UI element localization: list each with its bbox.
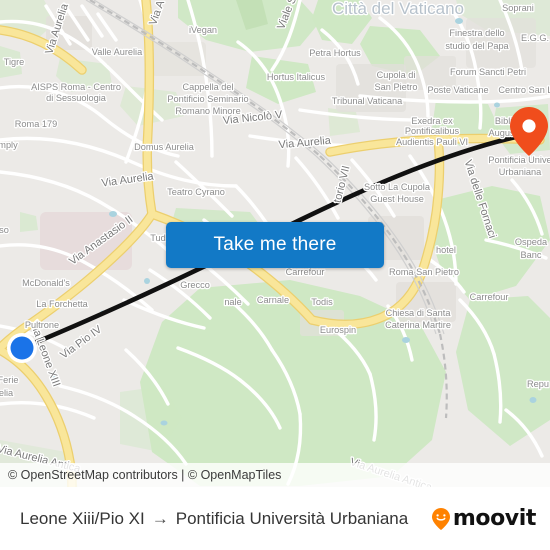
poi-label: Finestra dello [449,28,504,38]
place-label: Città del Vaticano [332,0,464,18]
poi-label: Sotto La Cupola [364,182,431,192]
poi-label: AISPS Roma - Centro [31,82,121,92]
moovit-pin-icon [431,507,450,530]
poi-label: Soprani [502,3,534,13]
poi-label: Repu [527,379,549,389]
origin-marker[interactable] [7,333,37,363]
trip-origin-label: Leone Xiii/Pio XI [20,508,145,528]
poi-label: Centro San Lo [498,85,550,95]
poi-label: Urbaniana [499,167,542,177]
poi-label: hotel [436,245,456,255]
trip-title: Leone Xiii/Pio XI → Pontificia Universit… [20,509,431,529]
poi-label: Hortus Italicus [267,72,326,82]
poi-label: Poste Vaticane [427,85,488,95]
poi-label: Todis [311,297,333,307]
poi-label: La Forchetta [36,299,88,309]
poi-label: di Sessuologia [46,93,107,103]
poi-label: Guest House [370,194,424,204]
poi-label: Banc [521,250,542,260]
poi-label: iVegan [189,25,217,35]
poi-label: Forum Sancti Petri [450,67,526,77]
poi-label: Teatro Cyrano [167,187,225,197]
poi-label: Audientis Pauli VI [396,137,468,147]
poi-label: Cappella del [182,82,233,92]
poi-label: Cupola di [377,70,416,80]
poi-label: Carrefour [470,292,509,302]
poi-label: elia [0,388,14,398]
poi-label: Roma San Pietro [389,267,459,277]
map-place-labels: Città del Vaticano [331,0,466,19]
poi-label: Pultrone [25,320,59,330]
poi-label: Pontificalibus [405,126,460,136]
trip-destination-label: Pontificia Università Urbaniana [175,508,409,528]
poi-label: Pontificia Unive [488,155,550,165]
take-me-there-button[interactable]: Take me there [166,222,384,268]
poi-label: Tud [150,233,166,243]
poi-label: Valle Aurelia [92,47,143,57]
arrow-right-icon: → [151,508,169,528]
poi-label: Tigre [4,57,25,67]
poi-label: Petra Hortus [309,48,361,58]
poi-label: Grecco [180,280,210,290]
footer-bar: Leone Xiii/Pio XI → Pontificia Universit… [0,487,550,550]
poi-label: studio del Papa [445,41,509,51]
moovit-logo[interactable]: moovit [431,506,536,531]
poi-label: Chiesa di Santa [386,308,452,318]
poi-label: Carnale [257,295,289,305]
map-canvas[interactable]: Città del Vaticano Via Aurelia Via Aurel… [0,0,550,487]
poi-label: Carrefour [286,267,325,277]
poi-label: Ferie [0,375,18,385]
poi-label: so [0,225,9,235]
moovit-map-screen: Città del Vaticano Via Aurelia Via Aurel… [0,0,550,550]
poi-label: Roma 179 [15,119,57,129]
poi-label: McDonald's [22,278,70,288]
moovit-wordmark: moovit [452,506,537,531]
poi-label: San Pietro [375,82,418,92]
poi-label: Domus Aurelia [134,142,195,152]
poi-label: E.G.G. [521,33,549,43]
poi-label: Pontificio Seminario [167,94,248,104]
poi-label: Eurospin [320,325,356,335]
poi-label: nale [224,297,241,307]
poi-label: Tribunal Vaticana [332,96,403,106]
poi-label: Ospeda [515,237,548,247]
poi-label: Exedra ex [411,116,453,126]
map-attribution[interactable]: © OpenStreetMap contributors | © OpenMap… [0,463,550,487]
poi-label: Caterina Martire [385,320,451,330]
poi-label: mply [0,140,18,150]
poi-label: Romano Minore [175,106,240,116]
